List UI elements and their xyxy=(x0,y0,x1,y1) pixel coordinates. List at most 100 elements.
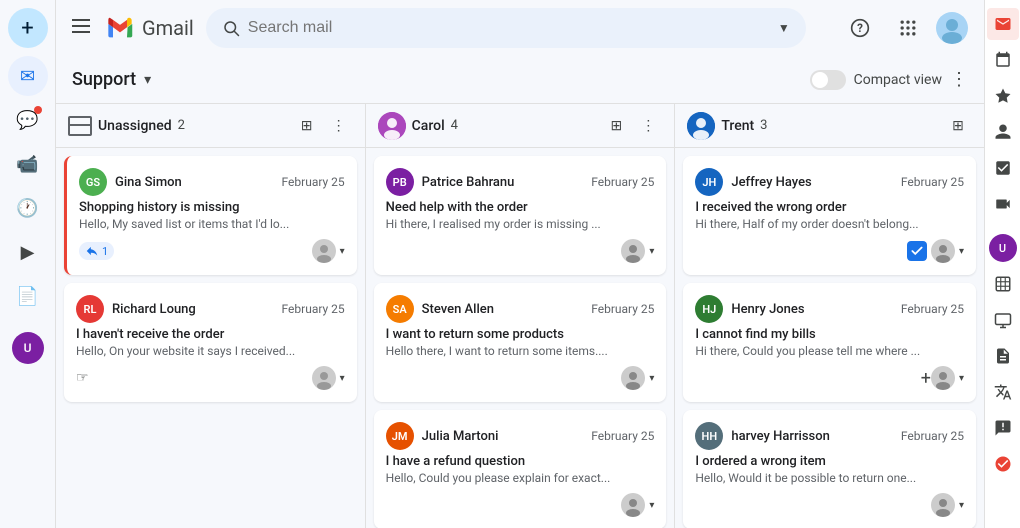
rp-icon-slides[interactable] xyxy=(987,304,1019,336)
add-button[interactable]: + xyxy=(921,368,931,389)
email-card[interactable]: JH Jeffrey Hayes February 25 I received … xyxy=(683,156,976,275)
column-trent: Trent 3 ⊞ JH Jeffrey Hayes February 25 I… xyxy=(675,104,984,528)
email-subject: I ordered a wrong item xyxy=(695,454,964,469)
assignee-chevron-icon[interactable]: ▾ xyxy=(959,373,964,384)
assignee-chevron-icon[interactable]: ▾ xyxy=(959,246,964,257)
email-subject: Need help with the order xyxy=(386,200,655,215)
rp-icon-tasks[interactable] xyxy=(987,152,1019,184)
email-card[interactable]: GS Gina Simon February 25 Shopping histo… xyxy=(64,156,357,275)
rp-icon-sheets[interactable] xyxy=(987,268,1019,300)
compose-button[interactable]: + xyxy=(8,8,48,48)
card-header: RL Richard Loung February 25 xyxy=(76,295,345,323)
assignee-chevron-icon[interactable]: ▾ xyxy=(340,373,345,384)
column-unassigned: Unassigned 2 ⊞ ⋮ GS Gina Simon February … xyxy=(56,104,366,528)
assignee-area[interactable]: ▾ xyxy=(931,239,964,263)
assignee-area[interactable]: ▾ xyxy=(621,239,654,263)
rp-icon-directory[interactable]: U xyxy=(987,232,1019,264)
assignee-chevron-icon[interactable]: ▾ xyxy=(649,500,654,511)
card-footer: + ▾ xyxy=(695,366,964,390)
rp-icon-feedback[interactable] xyxy=(987,412,1019,444)
sender-avatar: JH xyxy=(695,168,723,196)
more-options-carol[interactable]: ⋮ xyxy=(634,112,662,140)
col-count-carol: 4 xyxy=(451,118,458,133)
assignee-area[interactable]: ▾ xyxy=(312,239,345,263)
add-card-button-carol[interactable]: ⊞ xyxy=(602,112,630,140)
col-actions-carol: ⊞ ⋮ xyxy=(602,112,662,140)
compact-view-label: Compact view xyxy=(854,72,942,88)
email-card[interactable]: PB Patrice Bahranu February 25 Need help… xyxy=(374,156,667,275)
content-area: Unassigned 2 ⊞ ⋮ GS Gina Simon February … xyxy=(56,104,984,528)
search-input[interactable] xyxy=(248,19,770,37)
email-card[interactable]: RL Richard Loung February 25 I haven't r… xyxy=(64,283,357,402)
add-card-button-unassigned[interactable]: ⊞ xyxy=(293,112,321,140)
email-preview: Hello, Could you please explain for exac… xyxy=(386,471,655,485)
assignee-chevron-icon[interactable]: ▾ xyxy=(649,246,654,257)
sidebar-item-send[interactable]: ▶ xyxy=(8,232,48,272)
rp-icon-docs2[interactable] xyxy=(987,340,1019,372)
sidebar-item-clock[interactable]: 🕐 xyxy=(8,188,48,228)
apps-button[interactable] xyxy=(888,8,928,48)
hamburger-icon[interactable] xyxy=(72,17,90,40)
email-subject: I want to return some products xyxy=(386,327,655,342)
card-footer: ☞ ▾ xyxy=(76,366,345,390)
compact-toggle-switch[interactable] xyxy=(810,70,846,90)
col-avatar-carol xyxy=(378,112,406,140)
column-header-trent: Trent 3 ⊞ xyxy=(675,104,984,148)
sidebar-item-mail[interactable]: ✉ xyxy=(8,56,48,96)
col-count-unassigned: 2 xyxy=(178,118,185,133)
support-label: Support xyxy=(72,69,136,90)
email-card[interactable]: HJ Henry Jones February 25 I cannot find… xyxy=(683,283,976,402)
email-card[interactable]: JM Julia Martoni February 25 I have a re… xyxy=(374,410,667,528)
compact-view-toggle: Compact view ⋮ xyxy=(810,69,968,90)
sidebar-item-docs[interactable]: 📄 xyxy=(8,276,48,316)
support-chevron-icon[interactable]: ▾ xyxy=(144,72,151,88)
assignee-area[interactable]: ▾ xyxy=(931,493,964,517)
assignee-area[interactable]: ▾ xyxy=(312,366,345,390)
gmail-text: Gmail xyxy=(142,16,194,40)
card-header: SA Steven Allen February 25 xyxy=(386,295,655,323)
col-title-unassigned: Unassigned xyxy=(98,118,172,134)
rp-icon-contacts[interactable] xyxy=(987,116,1019,148)
card-header: HJ Henry Jones February 25 xyxy=(695,295,964,323)
card-footer: ▾ xyxy=(386,493,655,517)
left-sidebar: + ✉ 💬 📹 🕐 ▶ 📄 U xyxy=(0,0,56,528)
column-body-unassigned: GS Gina Simon February 25 Shopping histo… xyxy=(56,148,365,528)
rp-icon-calendar[interactable] xyxy=(987,44,1019,76)
email-card[interactable]: SA Steven Allen February 25 I want to re… xyxy=(374,283,667,402)
card-header: PB Patrice Bahranu February 25 xyxy=(386,168,655,196)
card-header: GS Gina Simon February 25 xyxy=(79,168,345,196)
email-subject: I have a refund question xyxy=(386,454,655,469)
assignee-area[interactable]: ▾ xyxy=(931,366,964,390)
search-bar[interactable]: ▼ xyxy=(206,8,806,48)
assignee-area[interactable]: ▾ xyxy=(621,366,654,390)
rp-icon-support[interactable] xyxy=(987,448,1019,480)
rp-icon-star[interactable] xyxy=(987,80,1019,112)
column-carol: Carol 4 ⊞ ⋮ PB Patrice Bahranu February … xyxy=(366,104,676,528)
sender-avatar: RL xyxy=(76,295,104,323)
add-card-button-trent[interactable]: ⊞ xyxy=(944,112,972,140)
rp-icon-mail[interactable] xyxy=(987,8,1019,40)
sidebar-item-chat[interactable]: 💬 xyxy=(8,100,48,140)
search-chevron-icon[interactable]: ▼ xyxy=(778,21,790,35)
assignee-area[interactable]: ▾ xyxy=(621,493,654,517)
card-footer: ▾ xyxy=(386,366,655,390)
top-header: Gmail ▼ ? xyxy=(56,0,984,56)
more-options-unassigned[interactable]: ⋮ xyxy=(325,112,353,140)
rp-icon-translate[interactable] xyxy=(987,376,1019,408)
sender-name: Julia Martoni xyxy=(422,429,584,444)
svg-text:?: ? xyxy=(857,21,863,35)
sidebar-item-user[interactable]: U xyxy=(8,328,48,368)
assignee-chevron-icon[interactable]: ▾ xyxy=(649,373,654,384)
rp-icon-meet[interactable] xyxy=(987,188,1019,220)
email-card[interactable]: HH harvey Harrisson February 25 I ordere… xyxy=(683,410,976,528)
sidebar-item-meet[interactable]: 📹 xyxy=(8,144,48,184)
assignee-chevron-icon[interactable]: ▾ xyxy=(340,246,345,257)
more-options-icon[interactable]: ⋮ xyxy=(950,69,968,90)
assignee-chevron-icon[interactable]: ▾ xyxy=(959,500,964,511)
email-preview: Hi there, Half of my order doesn't belon… xyxy=(695,217,964,231)
help-button[interactable]: ? xyxy=(840,8,880,48)
email-subject: Shopping history is missing xyxy=(79,200,345,215)
email-subject: I cannot find my bills xyxy=(695,327,964,342)
email-date: February 25 xyxy=(901,302,964,316)
user-avatar[interactable] xyxy=(936,12,968,44)
